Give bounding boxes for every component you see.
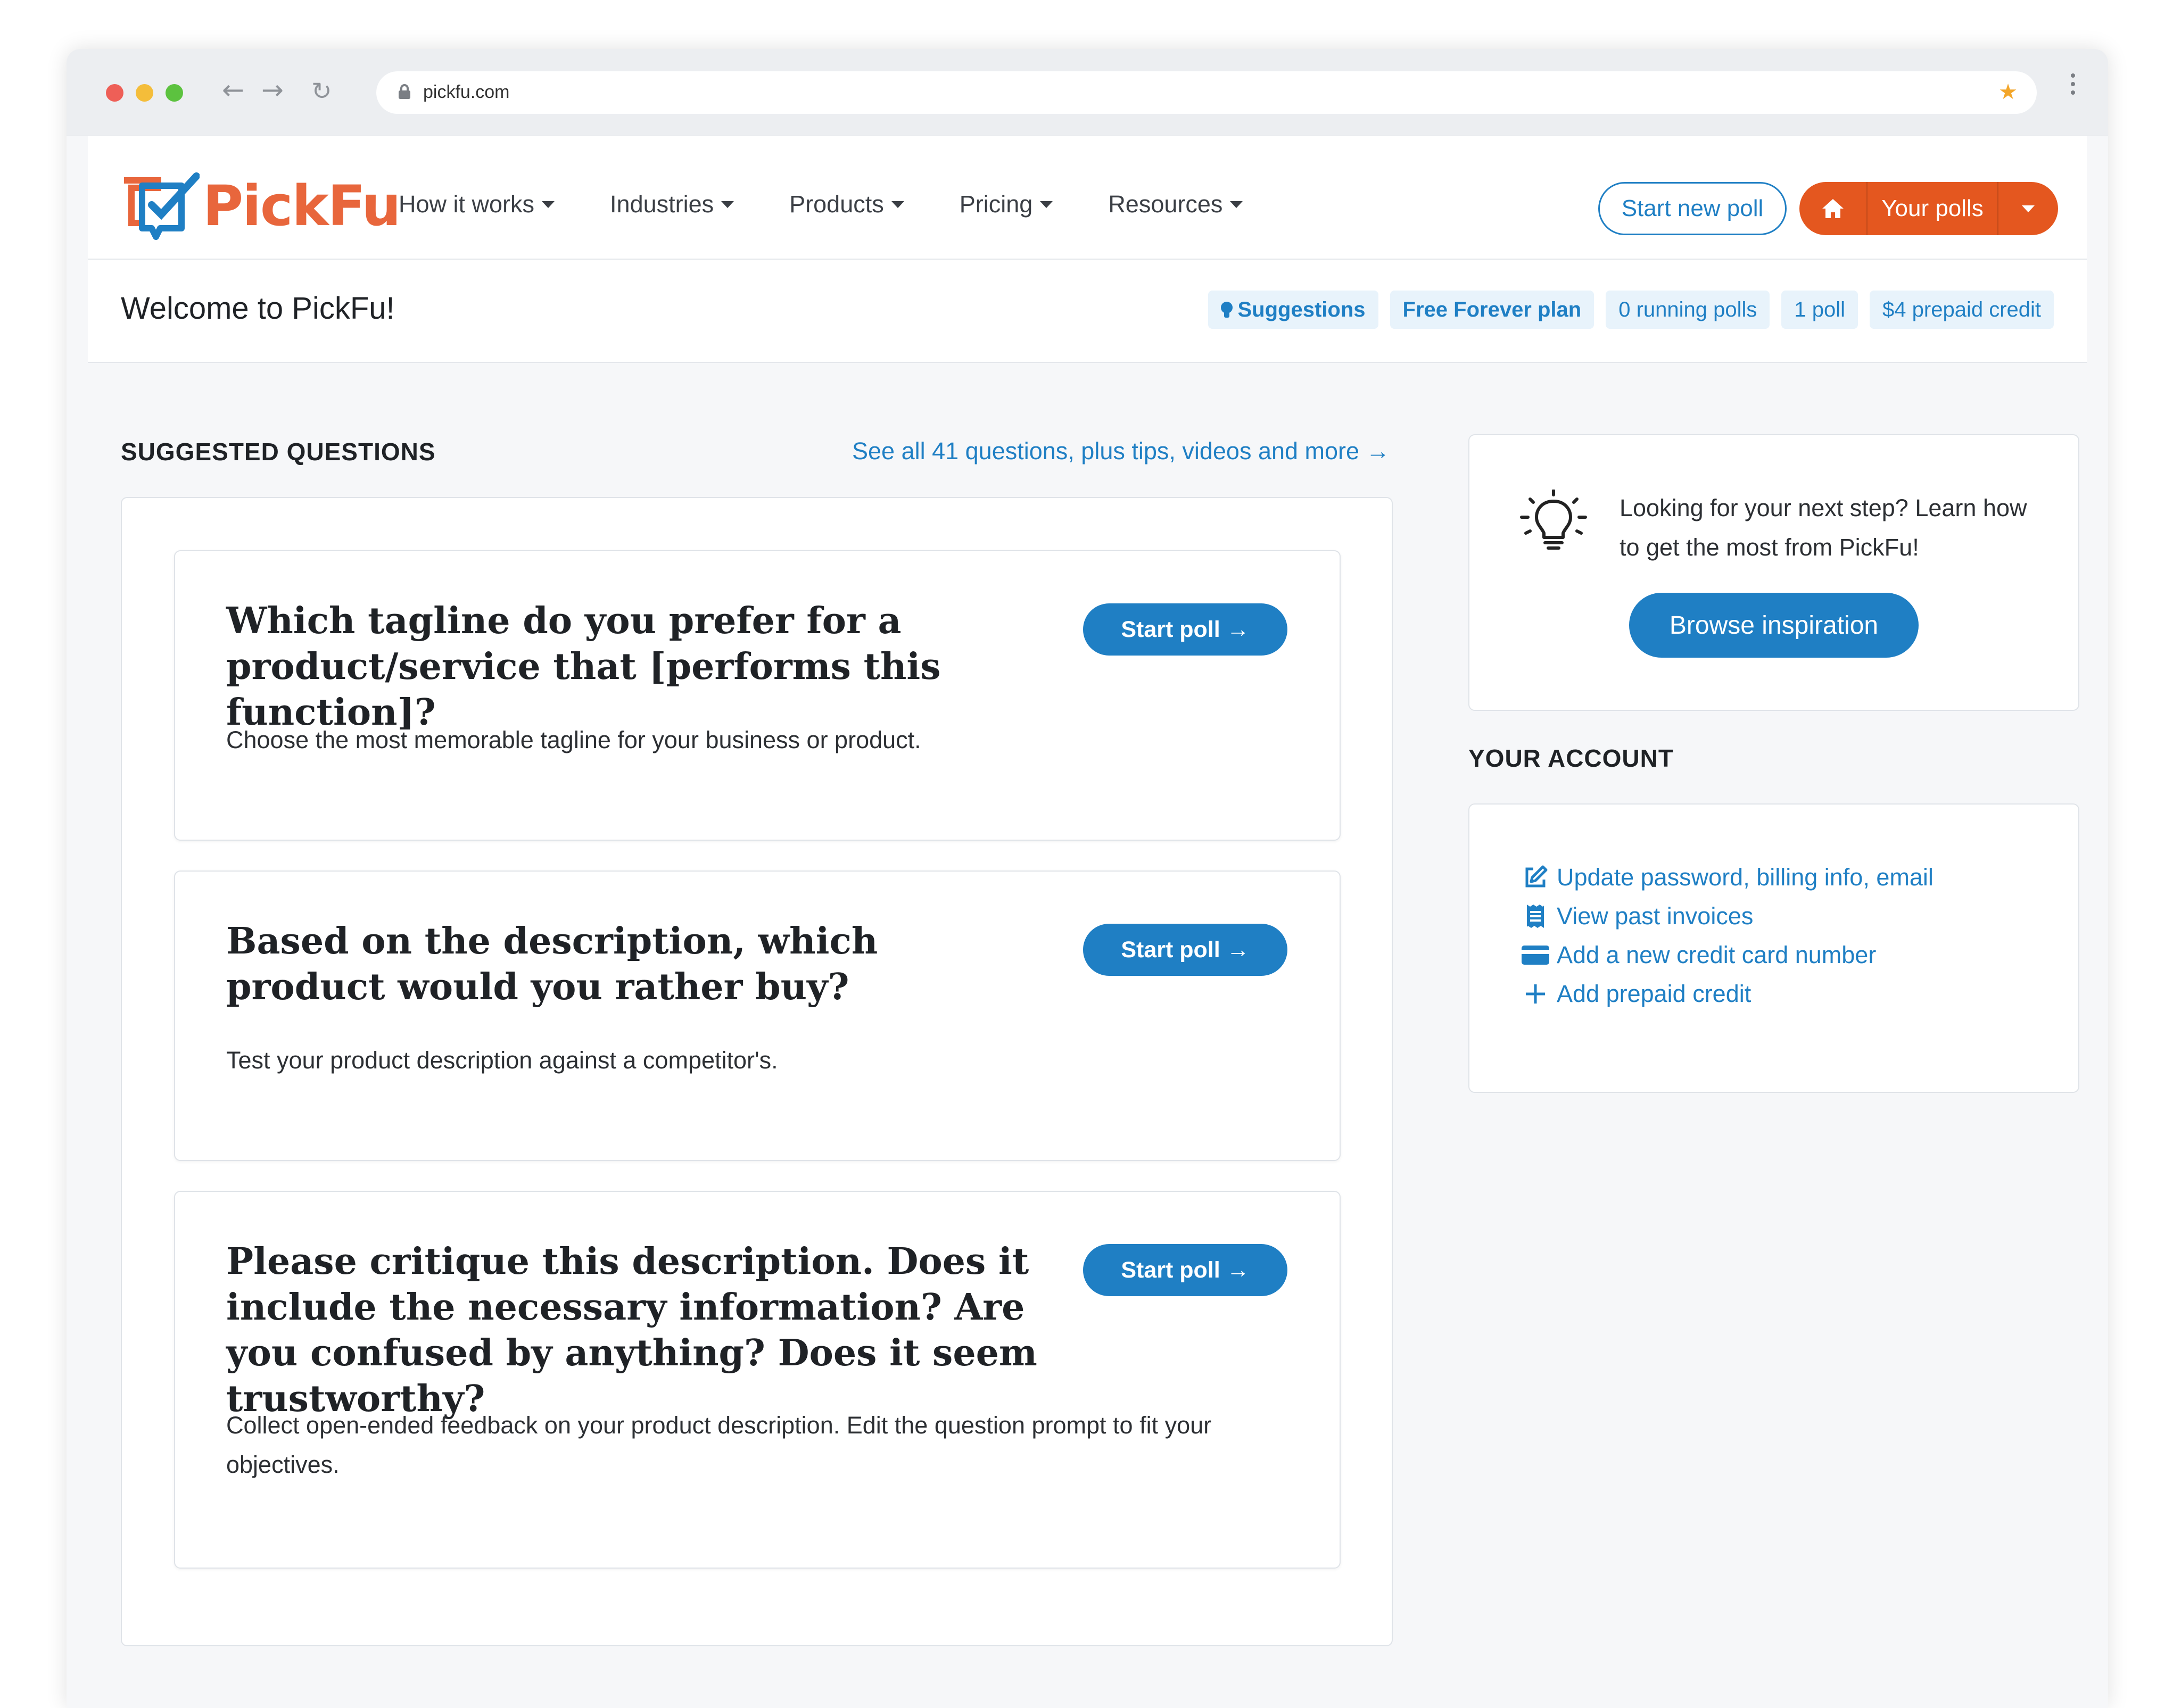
start-poll-button[interactable]: Start poll → [1083,1244,1287,1296]
question-description: Choose the most memorable tagline for yo… [226,726,921,753]
see-all-questions-link[interactable]: See all 41 questions, plus tips, videos … [852,437,1390,465]
browse-inspiration-button[interactable]: Browse inspiration [1629,593,1919,658]
inspiration-card: Looking for your next step? Learn how to… [1468,434,2079,711]
view-invoices-link[interactable]: View past invoices [1522,897,1934,935]
question-title: Which tagline do you prefer for a produc… [226,600,941,734]
lightbulb-icon [1520,490,1587,550]
add-prepaid-credit-link[interactable]: Add prepaid credit [1522,974,1934,1013]
question-card: Based on the description, which product … [174,870,1341,1161]
link-label: Update password, billing info, email [1557,863,1934,891]
question-card: Please critique this description. Does i… [174,1191,1341,1569]
question-card: Which tagline do you prefer for a produc… [174,550,1341,841]
account-links: Update password, billing info, email Vie… [1522,858,1934,1013]
start-poll-button[interactable]: Start poll → [1083,603,1287,656]
receipt-icon [1522,902,1549,930]
question-title: Please critique this description. Does i… [226,1240,1037,1420]
question-title: Based on the description, which product … [226,920,878,1008]
update-account-link[interactable]: Update password, billing info, email [1522,858,1934,897]
add-credit-card-link[interactable]: Add a new credit card number [1522,935,1934,974]
credit-card-icon [1522,941,1549,969]
your-account-heading: YOUR ACCOUNT [1468,744,1674,772]
start-poll-button[interactable]: Start poll → [1083,924,1287,976]
edit-icon [1522,864,1549,891]
question-description: Collect open-ended feedback on your prod… [226,1412,1212,1478]
next-step-text: Looking for your next step? Learn how to… [1620,494,2027,561]
link-label: Add a new credit card number [1557,941,1877,968]
link-label: View past invoices [1557,902,1754,930]
link-label: Add prepaid credit [1557,980,1751,1007]
suggested-questions-heading: SUGGESTED QUESTIONS [121,438,436,466]
account-card: Update password, billing info, email Vie… [1468,803,2079,1093]
plus-icon [1522,980,1549,1008]
main-content: SUGGESTED QUESTIONS See all 41 questions… [88,0,2087,1708]
suggested-questions-panel: Which tagline do you prefer for a produc… [121,497,1393,1646]
question-description: Test your product description against a … [226,1047,778,1074]
